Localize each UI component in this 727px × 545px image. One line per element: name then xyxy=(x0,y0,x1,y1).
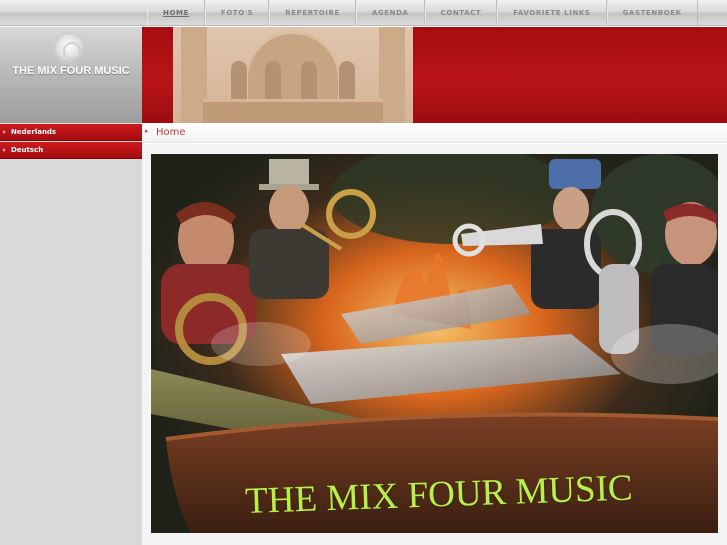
nav-item-gastenboek[interactable]: GASTENBOEK xyxy=(606,0,698,26)
top-navigation-bar: HOME FOTO'S REPERTOIRE AGENDA CONTACT FA… xyxy=(0,0,727,26)
nav-item-contact[interactable]: CONTACT xyxy=(424,0,498,26)
nav-item-agenda[interactable]: AGENDA xyxy=(355,0,425,26)
nav-menu: HOME FOTO'S REPERTOIRE AGENDA CONTACT FA… xyxy=(147,0,698,26)
disc-logo-icon xyxy=(54,33,86,65)
nav-item-home[interactable]: HOME xyxy=(147,0,205,26)
breadcrumb: ▸ Home xyxy=(142,123,727,143)
sidebar: Nederlands Deutsch xyxy=(0,123,142,545)
nav-item-favoriete-links[interactable]: FAVORIETE LINKS xyxy=(497,0,607,26)
bullet-arrow-icon: ▸ xyxy=(145,127,149,135)
nav-item-repertoire[interactable]: REPERTOIRE xyxy=(269,0,356,26)
logo-panel[interactable]: THE MIX FOUR MUSIC xyxy=(0,27,142,123)
header-photo xyxy=(173,27,413,123)
page-title[interactable]: Home xyxy=(156,127,186,138)
sidebar-item-deutsch[interactable]: Deutsch xyxy=(0,142,142,159)
nav-item-fotos[interactable]: FOTO'S xyxy=(204,0,270,26)
site-title: THE MIX FOUR MUSIC xyxy=(12,65,130,77)
sidebar-item-nederlands[interactable]: Nederlands xyxy=(0,124,142,141)
site-header: THE MIX FOUR MUSIC xyxy=(0,27,727,123)
